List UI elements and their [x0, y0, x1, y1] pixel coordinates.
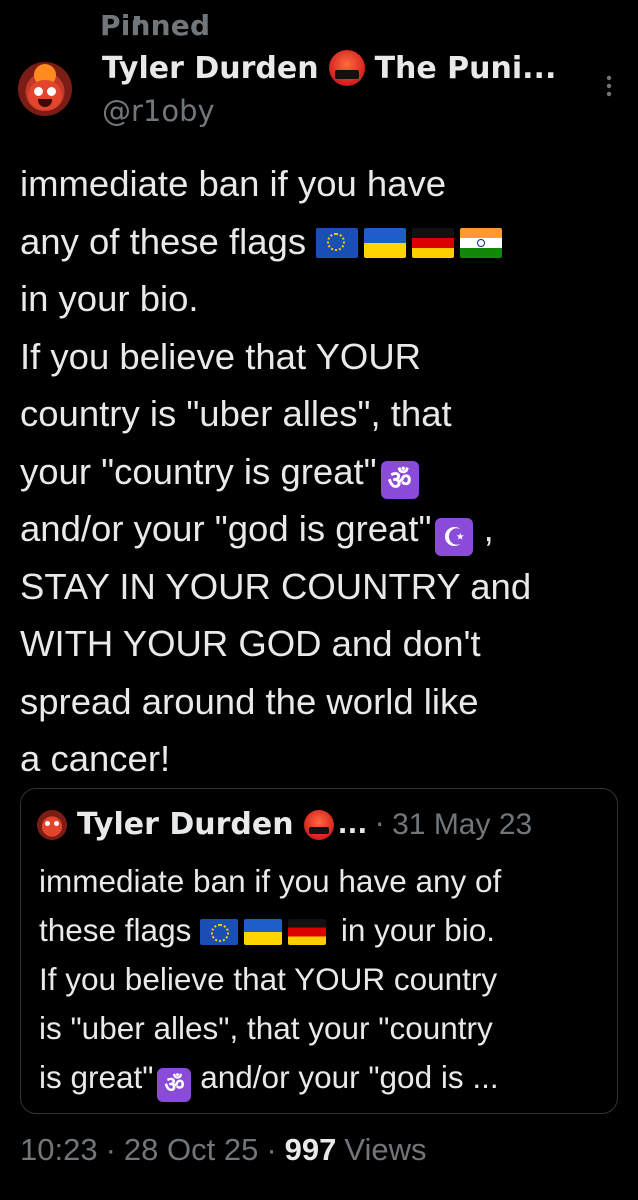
tweet-line: a cancer!: [20, 738, 171, 779]
more-options-icon[interactable]: [606, 75, 612, 97]
pinned-indicator: Pinned: [62, 6, 210, 44]
tweet-time[interactable]: 10:23: [20, 1132, 98, 1168]
views-count[interactable]: 997: [285, 1132, 337, 1168]
tweet-line: country is "uber alles", that: [20, 393, 452, 434]
ukraine-flag-icon: [364, 227, 407, 258]
tweet-line: your "country is great" ॐ: [20, 443, 620, 501]
quote-line: is great" ॐ and/or your "god is ...: [39, 1053, 609, 1102]
tweet-line: STAY IN YOUR COUNTRY and: [20, 565, 532, 607]
ukraine-flag-icon: [244, 919, 283, 945]
tweet-line: If you believe that YOUR: [20, 335, 422, 377]
pin-icon: [134, 16, 140, 34]
germany-flag-icon: [288, 919, 327, 945]
germany-flag-icon: [412, 227, 455, 258]
quoted-tweet[interactable]: Tyler Durden ... · 31 May 23 immediate b…: [20, 788, 618, 1114]
eu-flag-icon: [200, 919, 239, 945]
tweet-meta: 10:23 · 28 Oct 25 · 997 Views: [20, 1132, 427, 1168]
angry-face-icon: [303, 809, 334, 840]
author-display-name[interactable]: Tyler Durden: [102, 51, 319, 86]
tweet-line: in your bio.: [20, 278, 199, 319]
om-symbol-icon: ॐ: [157, 1068, 192, 1102]
separator-dot: ·: [105, 1132, 116, 1167]
tweet-date[interactable]: 28 Oct 25: [124, 1132, 258, 1168]
india-flag-icon: [460, 227, 503, 258]
tweet-header: Tyler Durden The Puni... @r1oby: [102, 44, 598, 128]
quote-line: If you believe that YOUR country: [39, 961, 498, 997]
views-label: Views: [344, 1132, 427, 1167]
tweet-line: WITH YOUR GOD and don't: [20, 623, 481, 664]
quoted-avatar: [37, 809, 67, 840]
quoted-name-ellipsis: ...: [337, 809, 368, 840]
tweet-line: and/or your "god is great" ☪ ,: [20, 500, 620, 558]
quoted-author-name: Tyler Durden: [77, 807, 294, 842]
quote-line: is "uber alles", that your "country: [39, 1010, 493, 1046]
quote-line: these flags in your bio.: [39, 912, 495, 948]
separator-dot: ·: [266, 1132, 277, 1167]
quoted-tweet-header: Tyler Durden ... · 31 May 23: [37, 807, 532, 842]
pinned-label: Pinned: [100, 8, 211, 42]
eu-flag-icon: [316, 227, 359, 258]
author-name-suffix[interactable]: The Puni...: [375, 51, 557, 86]
tweet-line: spread around the world like: [20, 680, 479, 722]
author-handle[interactable]: @r1oby: [102, 94, 598, 128]
angry-face-icon: [328, 50, 365, 86]
quoted-tweet-text: immediate ban if you have any of these f…: [39, 857, 609, 1102]
quoted-date: 31 May 23: [392, 807, 533, 841]
tweet-line: any of these flags: [20, 213, 620, 271]
avatar[interactable]: [18, 62, 72, 116]
tweet-line: immediate ban if you have: [20, 163, 447, 204]
separator-dot: ·: [375, 808, 385, 841]
tweet-text: immediate ban if you have any of these f…: [20, 155, 620, 788]
star-and-crescent-icon: ☪: [435, 518, 474, 556]
quote-line: immediate ban if you have any of: [39, 863, 502, 899]
om-symbol-icon: ॐ: [380, 460, 419, 499]
